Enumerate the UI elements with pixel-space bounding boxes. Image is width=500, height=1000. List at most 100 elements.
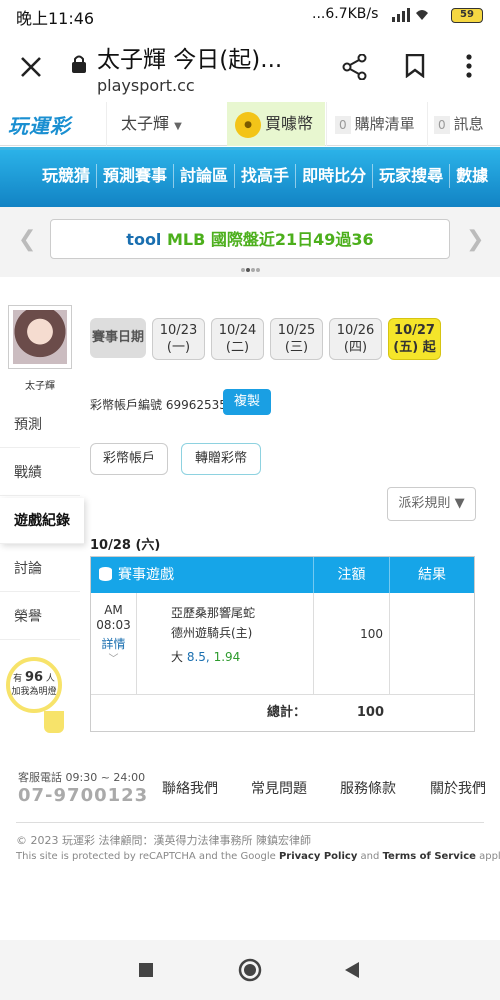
date-label: 賽事日期 [90, 318, 146, 358]
date-button[interactable]: 10/24 (二) [211, 318, 264, 360]
date-value: 10/26 [336, 323, 375, 338]
url-text[interactable]: playsport.cc [97, 76, 195, 95]
more-vert-icon[interactable] [465, 54, 473, 78]
table-total-row: 總計： 100 [91, 695, 474, 731]
bulb-prefix: 有 [13, 674, 23, 684]
total-label: 總計： [266, 705, 306, 720]
footer-link-about[interactable]: 關於我們 [430, 778, 486, 798]
date-day: (二) [225, 340, 250, 355]
sidebar-item-honor[interactable]: 榮譽 [0, 594, 80, 640]
game-teams-cell: 亞歷桑那響尾蛇 德州遊騎兵(主) 大 8.5, 1.94 [137, 593, 314, 694]
header-game-label: 賽事遊戲 [118, 567, 174, 583]
lightbulb-follow-button[interactable]: 有 96 人 加我為明燈 [6, 657, 64, 733]
close-icon[interactable] [20, 56, 42, 78]
hotline-number[interactable]: 07-9700123 [18, 785, 148, 806]
terms-link[interactable]: Terms of Service [383, 851, 476, 862]
messages-link[interactable]: 0 訊息 [427, 102, 500, 146]
banner-main-text: MLB 國際盤近21日49過36 [167, 230, 374, 249]
recents-square-icon[interactable] [138, 962, 154, 978]
network-speed: ...6.7KB/s [312, 6, 379, 22]
game-time-cell: AM 08:03 詳情 ﹀ [91, 593, 137, 694]
total-amount: 100 [356, 705, 384, 720]
transfer-coins-button[interactable]: 轉贈彩幣 [181, 443, 261, 475]
database-icon [99, 567, 112, 581]
browser-toolbar: 太子輝 今日(起)... playsport.cc [0, 30, 500, 102]
cart-link[interactable]: 0 購牌清單 [326, 102, 426, 146]
bet-amount-cell: 100 [314, 593, 390, 694]
game-log-panel: 賽事日期 10/23 (一) 10/24 (二) 10/25 (三) 10/26… [80, 300, 488, 732]
privacy-link[interactable]: Privacy Policy [279, 851, 357, 862]
site-logo[interactable]: 玩運彩 [8, 110, 80, 138]
recaptcha-prefix: This site is protected by reCAPTCHA and … [16, 851, 276, 862]
status-time: 晚上11:46 [16, 9, 95, 28]
footer-link-terms[interactable]: 服務條款 [340, 778, 396, 798]
account-number: 彩幣帳戶編號 69962535 [90, 398, 227, 412]
recaptcha-and: and [360, 851, 380, 862]
date-value: 10/23 [159, 323, 198, 338]
date-button[interactable]: 10/25 (三) [270, 318, 323, 360]
footer-divider [16, 822, 484, 823]
bet-odds: 1.94 [213, 650, 241, 664]
bet-line: 8.5, [186, 650, 210, 664]
chevron-down-icon: ▼ [174, 121, 182, 132]
carousel-dots [241, 268, 260, 272]
profile-username: 太子輝 [25, 381, 55, 392]
date-day: (三) [284, 340, 309, 355]
nav-item-data[interactable]: 數據 [449, 164, 494, 188]
date-day: (五) 起 [393, 340, 436, 355]
bet-type: 大 [171, 650, 184, 664]
nav-item-predict[interactable]: 預測賽事 [96, 164, 173, 188]
date-button-selected[interactable]: 10/27 (五) 起 [388, 318, 441, 360]
copy-button[interactable]: 複製 [223, 389, 271, 415]
back-triangle-icon[interactable] [344, 961, 360, 979]
system-nav-bar [0, 940, 500, 1000]
buy-coins-button[interactable]: ● 買噱幣 [227, 102, 325, 146]
chevron-right-icon[interactable]: ❯ [466, 227, 484, 252]
date-button[interactable]: 10/26 (四) [329, 318, 382, 360]
detail-link[interactable]: 詳情 [91, 637, 136, 652]
share-icon[interactable] [342, 54, 368, 80]
date-value: 10/25 [277, 323, 316, 338]
copyright: © 2023 玩運彩 法律顧問：漢英得力法律事務所 陳鎮宏律師 [16, 834, 311, 847]
footer-link-contact[interactable]: 聯絡我們 [162, 778, 218, 798]
avatar[interactable] [8, 305, 72, 369]
nav-item-guess[interactable]: 玩競猜 [42, 164, 96, 188]
header-result: 結果 [418, 567, 446, 583]
team-home: 德州遊騎兵(主) [171, 626, 253, 640]
bookmark-icon[interactable] [405, 54, 425, 78]
status-bar: 晚上11:46 ...6.7KB/s 59 [0, 0, 500, 30]
chevron-down-icon[interactable]: ﹀ [91, 652, 136, 667]
nav-item-experts[interactable]: 找高手 [234, 164, 295, 188]
date-value: 10/24 [218, 323, 257, 338]
nav-item-forum[interactable]: 討論區 [173, 164, 234, 188]
nav-item-live-score[interactable]: 即時比分 [295, 164, 372, 188]
payout-rules-label: 派彩規則 [398, 496, 451, 511]
wallet-button[interactable]: 彩幣帳戶 [90, 443, 168, 475]
bulb-count: 96 [24, 670, 44, 685]
profile-sidebar: 太子輝 預測 戰績 遊戲紀錄 討論 榮譽 有 96 人 加我為明燈 [0, 300, 84, 733]
recaptcha-notice: This site is protected by reCAPTCHA and … [16, 851, 500, 862]
sidebar-item-record[interactable]: 戰績 [0, 450, 80, 496]
banner-link[interactable]: tool MLB 國際盤近21日49過36 [50, 219, 450, 259]
lock-icon [72, 55, 86, 73]
user-name: 太子輝 [121, 114, 170, 133]
sidebar-item-discuss[interactable]: 討論 [0, 546, 80, 592]
footer-link-faq[interactable]: 常見問題 [251, 778, 307, 798]
home-circle-icon[interactable] [238, 958, 262, 982]
messages-label: 訊息 [453, 115, 484, 133]
sidebar-item-game-log[interactable]: 遊戲紀錄 [0, 498, 84, 544]
game-time: 08:03 [96, 618, 131, 632]
messages-count-badge: 0 [434, 116, 450, 134]
buy-coins-label: 買噱幣 [265, 114, 314, 133]
chevron-left-icon[interactable]: ❮ [18, 227, 36, 252]
payout-rules-dropdown[interactable]: 派彩規則 ▼ [387, 487, 476, 521]
battery-icon: 59 [451, 8, 483, 23]
signal-wifi-icon [392, 8, 428, 22]
page-title: 太子輝 今日(起)... [97, 47, 283, 73]
bulb-text: 加我為明燈 [11, 687, 57, 697]
nav-item-player-search[interactable]: 玩家搜尋 [372, 164, 449, 188]
sidebar-item-predict[interactable]: 預測 [0, 402, 80, 448]
date-button[interactable]: 10/23 (一) [152, 318, 205, 360]
cart-count-badge: 0 [335, 116, 351, 134]
user-menu[interactable]: 太子輝 ▼ [106, 102, 226, 146]
